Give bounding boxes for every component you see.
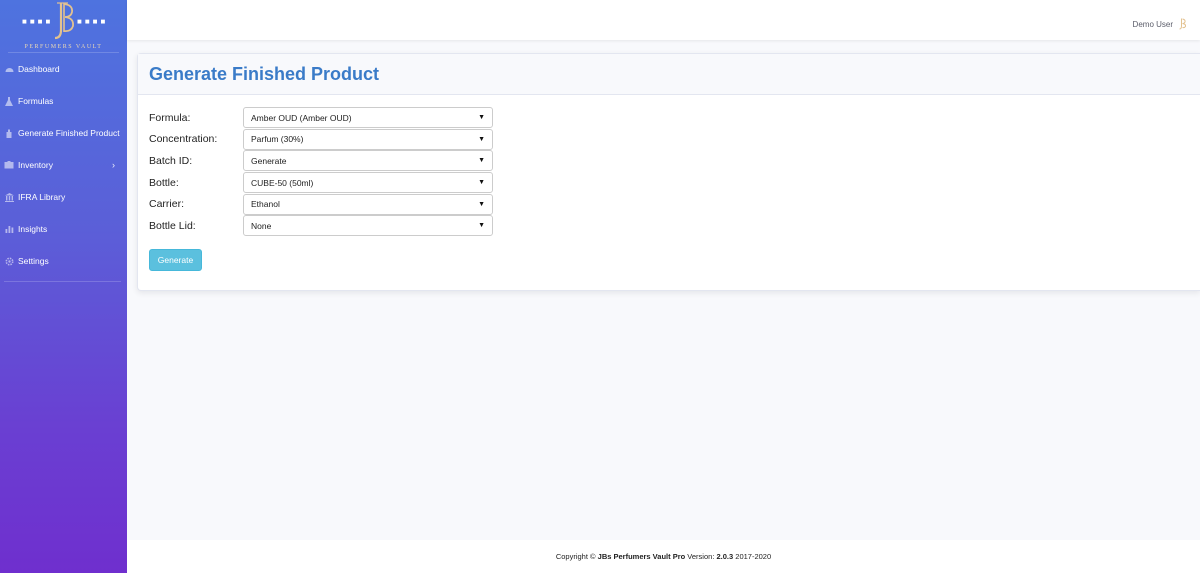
product-name: JBs Perfumers Vault Pro (597, 552, 686, 561)
sidebar-item-label: IFRA Library (18, 192, 66, 202)
card-header: Generate Finished Product (138, 54, 1200, 95)
topbar: Demo User (127, 0, 1200, 40)
copyright-years: 2017-2020 (735, 552, 772, 561)
bottle-label: Bottle: (149, 176, 179, 189)
form-row-concentration: Concentration: Parfum (30%) ▼ (149, 128, 493, 151)
sidebar-item-generate-finished-product[interactable]: Generate Finished Product (0, 117, 127, 149)
bottle-lid-value: None (251, 220, 272, 231)
copyright-prefix: Copyright © (555, 552, 596, 561)
spray-bottle-icon (4, 128, 14, 138)
caret-down-icon: ▼ (478, 157, 485, 165)
form-row-carrier: Carrier: Ethanol ▼ (149, 193, 493, 215)
concentration-value: Parfum (30%) (251, 134, 304, 145)
sidebar-item-label: Inventory (18, 160, 53, 170)
caret-down-icon: ▼ (478, 135, 485, 143)
caret-down-icon: ▼ (478, 222, 485, 230)
concentration-label: Concentration: (149, 133, 218, 146)
generate-product-card: Generate Finished Product Formula: Amber… (137, 53, 1200, 291)
brand-tagline: PERFUMERS VAULT (24, 44, 103, 50)
bottle-select[interactable]: CUBE-50 (50ml) ▼ (243, 172, 493, 194)
bottle-lid-select[interactable]: None ▼ (243, 215, 493, 237)
form-row-bottle-lid: Bottle Lid: None ▼ (149, 215, 493, 237)
formula-value: Amber OUD (Amber OUD) (251, 112, 352, 123)
form-row-formula: Formula: Amber OUD (Amber OUD) ▼ (149, 107, 493, 129)
tachometer-icon (4, 64, 14, 74)
sidebar: ■■■■ ■■■■ PERFUMERS VAULT Dashboard Form… (0, 0, 127, 573)
university-icon (4, 192, 14, 202)
caret-down-icon: ▼ (478, 200, 485, 208)
formula-select[interactable]: Amber OUD (Amber OUD) ▼ (243, 107, 493, 129)
jb-monogram-logo (54, 2, 74, 40)
sidebar-item-settings[interactable]: Settings (0, 245, 127, 277)
carrier-select[interactable]: Ethanol ▼ (243, 193, 493, 215)
gear-icon (4, 256, 14, 266)
user-menu[interactable]: Demo User (1133, 18, 1186, 30)
page-title: Generate Finished Product (149, 63, 380, 84)
generate-form: Formula: Amber OUD (Amber OUD) ▼ Concent… (149, 107, 493, 237)
bottle-lid-label: Bottle Lid: (149, 219, 196, 232)
sidebar-item-formulas[interactable]: Formulas (0, 85, 127, 117)
generate-button[interactable]: Generate (149, 249, 202, 271)
sidebar-divider (4, 281, 121, 282)
batch-id-value: Generate (251, 155, 287, 166)
user-name: Demo User (1132, 19, 1173, 29)
sidebar-item-label: Generate Finished Product (18, 128, 120, 138)
brand-logo[interactable]: ■■■■ ■■■■ PERFUMERS VAULT (0, 0, 127, 52)
sidebar-nav: Dashboard Formulas Generate Finished Pro… (0, 53, 127, 277)
logo-dots-left: ■■■■ (22, 17, 54, 26)
box-icon (4, 160, 14, 170)
bottle-value: CUBE-50 (50ml) (251, 177, 314, 188)
flask-icon (4, 96, 14, 106)
concentration-select[interactable]: Parfum (30%) ▼ (243, 128, 493, 150)
bar-chart-icon (4, 224, 14, 234)
sidebar-item-label: Formulas (18, 96, 54, 106)
sidebar-item-insights[interactable]: Insights (0, 213, 127, 245)
logo-dots-right: ■■■■ (77, 17, 109, 26)
formula-label: Formula: (149, 111, 191, 124)
user-avatar-icon (1179, 18, 1186, 30)
carrier-label: Carrier: (149, 198, 185, 211)
form-row-batch-id: Batch ID: Generate ▼ (149, 150, 493, 172)
caret-down-icon: ▼ (478, 179, 485, 187)
sidebar-item-ifra-library[interactable]: IFRA Library (0, 181, 127, 213)
sidebar-item-dashboard[interactable]: Dashboard (0, 53, 127, 85)
footer: Copyright © JBs Perfumers Vault Pro Vers… (127, 540, 1200, 573)
sidebar-item-label: Dashboard (18, 64, 60, 74)
chevron-right-icon: › (112, 160, 115, 170)
batch-id-select[interactable]: Generate ▼ (243, 150, 493, 172)
form-row-bottle: Bottle: CUBE-50 (50ml) ▼ (149, 172, 493, 194)
sidebar-item-label: Settings (18, 256, 49, 266)
carrier-value: Ethanol (251, 199, 280, 210)
version-label: Version: (687, 552, 715, 561)
batch-id-label: Batch ID: (149, 154, 193, 167)
version-number: 2.0.3 (716, 552, 734, 561)
sidebar-item-label: Insights (18, 224, 48, 234)
caret-down-icon: ▼ (478, 114, 485, 122)
sidebar-item-inventory[interactable]: Inventory › (0, 149, 127, 181)
